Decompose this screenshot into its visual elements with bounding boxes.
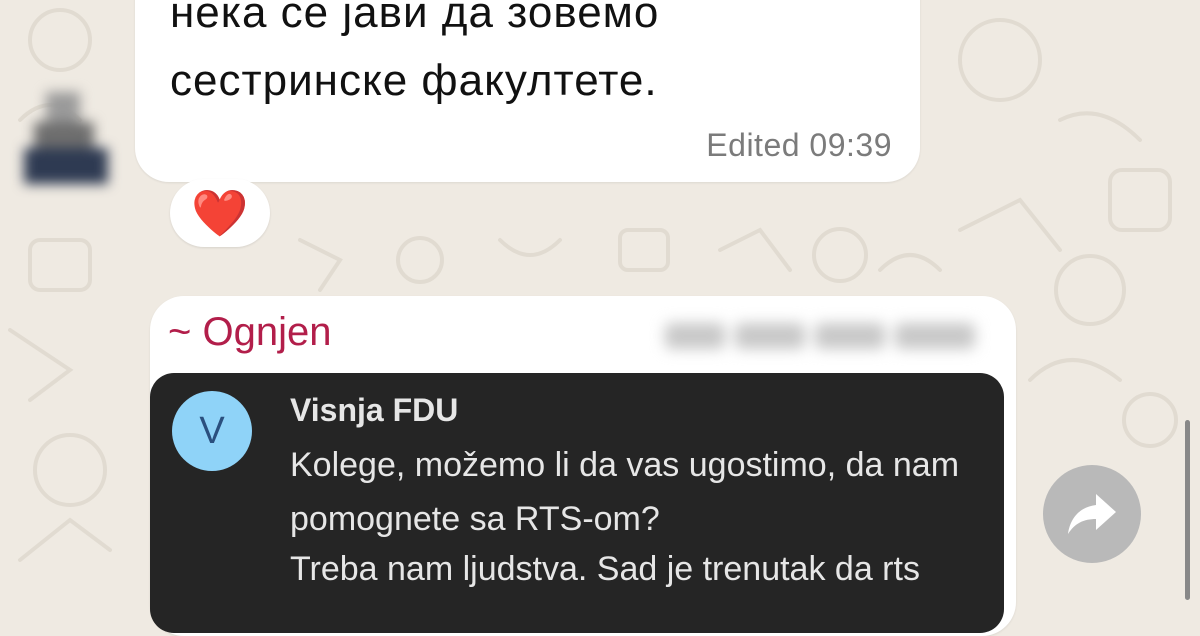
card-text-line-3: Treba nam ljudstva. Sad je trenutak da r… [290, 550, 920, 588]
message-meta: Edited 09:39 [706, 127, 892, 164]
scrollbar[interactable] [1185, 420, 1190, 600]
card-text-line-1: Kolege, možemo li da vas ugostimo, da na… [290, 446, 960, 484]
message-time: 09:39 [809, 127, 892, 163]
heart-icon: ❤️ [191, 187, 249, 239]
edited-label: Edited [706, 127, 801, 163]
card-text-line-2: pomognete sa RTS-om? [290, 500, 660, 538]
sender-name[interactable]: ~ Ognjen [168, 310, 331, 355]
card-contact-name: Visnja FDU [290, 392, 459, 428]
message-text-line-1: нека се јави да зовемо [170, 0, 660, 37]
share-forward-button[interactable] [1043, 465, 1141, 563]
message-text-line-2: сестринске факултете. [170, 56, 658, 105]
sender-avatar-blurred[interactable] [24, 92, 108, 184]
card-contact-avatar: V [172, 391, 252, 471]
card-avatar-initial: V [199, 409, 225, 452]
reaction-badge[interactable]: ❤️ [170, 179, 270, 247]
sender-phone-blurred [665, 316, 983, 356]
share-forward-icon [1068, 494, 1116, 534]
